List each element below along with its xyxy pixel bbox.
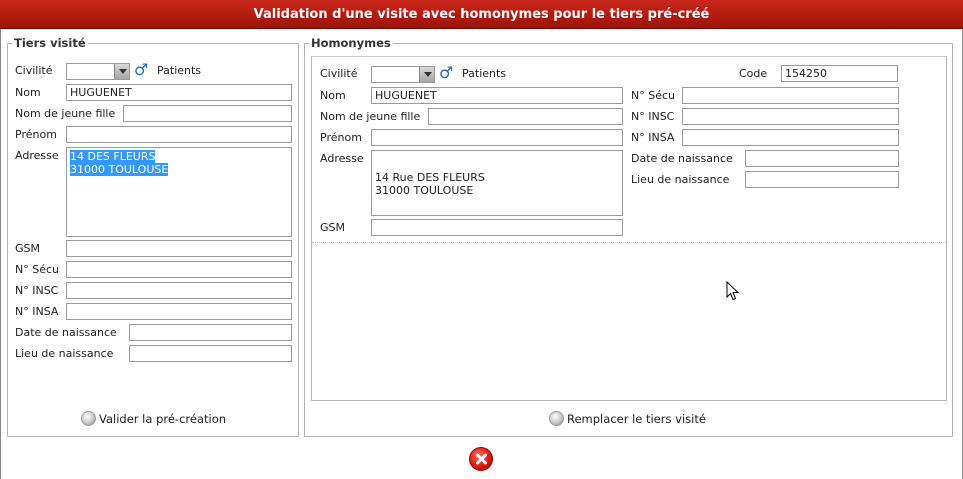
right-patients-label: Patients [462, 67, 507, 80]
left-jeune-fille-field[interactable] [123, 105, 292, 122]
right-gsm-label: GSM [320, 221, 345, 234]
right-adresse-line1: 14 Rue DES FLEURS [375, 171, 485, 184]
left-secu-field[interactable] [66, 261, 292, 278]
right-secu-label: N° Sécu [631, 89, 675, 102]
right-adresse-line2: 31000 TOULOUSE [375, 184, 474, 197]
right-insc-label: N° INSC [631, 110, 675, 123]
chevron-down-icon[interactable] [114, 64, 129, 79]
left-naissance-field[interactable] [129, 324, 292, 341]
left-jeune-fille-label: Nom de jeune fille [15, 107, 116, 120]
left-gsm-label: GSM [15, 242, 40, 255]
right-adresse-field[interactable]: 14 Rue DES FLEURS 31000 TOULOUSE [371, 150, 623, 216]
left-prenom-field[interactable] [66, 126, 292, 143]
validate-precreation-label: Valider la pré-création [99, 411, 227, 426]
left-secu-label: N° Sécu [15, 263, 59, 276]
tiers-visite-legend: Tiers visité [12, 36, 88, 50]
homonymes-legend: Homonymes [309, 36, 393, 50]
right-jeune-fille-label: Nom de jeune fille [320, 110, 421, 123]
radio-ball-icon [81, 411, 96, 426]
left-adresse-line2: 31000 TOULOUSE [70, 163, 169, 176]
left-insc-label: N° INSC [15, 284, 59, 297]
left-nom-label: Nom [15, 86, 41, 99]
left-adresse-line1: 14 DES FLEURS [70, 150, 156, 163]
right-civilite-label: Civilité [320, 67, 358, 80]
radio-ball-icon [549, 411, 564, 426]
right-lieu-label: Lieu de naissance [631, 173, 730, 186]
right-insc-field[interactable] [682, 108, 899, 125]
right-civilite-select[interactable] [371, 66, 435, 83]
left-lieu-field[interactable] [129, 345, 292, 362]
mouse-pointer-icon [726, 281, 739, 301]
close-icon[interactable] [469, 447, 493, 471]
right-lieu-field[interactable] [745, 171, 899, 188]
dialog-title: Validation d'une visite avec homonymes p… [0, 0, 963, 29]
replace-tiers-button[interactable]: Remplacer le tiers visité [549, 411, 706, 426]
male-gender-icon: ♂ [134, 60, 149, 79]
left-prenom-label: Prénom [15, 128, 57, 141]
right-adresse-label: Adresse [320, 152, 364, 165]
left-insa-label: N° INSA [15, 305, 59, 318]
left-nom-field[interactable]: HUGUENET [66, 84, 292, 101]
right-prenom-field[interactable] [371, 129, 623, 146]
right-naissance-label: Date de naissance [631, 152, 733, 165]
left-civilite-label: Civilité [15, 64, 53, 77]
homonyme-row-separator [312, 242, 946, 243]
right-nom-field[interactable]: HUGUENET [371, 87, 623, 104]
right-jeune-fille-field[interactable] [428, 108, 623, 125]
right-nom-label: Nom [320, 89, 346, 102]
right-insa-label: N° INSA [631, 131, 675, 144]
right-insa-field[interactable] [682, 129, 899, 146]
validate-precreation-button[interactable]: Valider la pré-création [81, 411, 226, 426]
left-naissance-label: Date de naissance [15, 326, 117, 339]
right-gsm-field[interactable] [371, 219, 623, 236]
left-civilite-select[interactable] [66, 63, 130, 80]
left-lieu-label: Lieu de naissance [15, 347, 114, 360]
left-insc-field[interactable] [66, 282, 292, 299]
right-code-label: Code [739, 67, 768, 80]
right-code-field[interactable]: 154250 [781, 65, 898, 82]
right-prenom-label: Prénom [320, 131, 362, 144]
left-patients-label: Patients [157, 64, 202, 77]
left-adresse-label: Adresse [15, 149, 59, 162]
replace-tiers-label: Remplacer le tiers visité [567, 411, 706, 426]
right-naissance-field[interactable] [745, 150, 899, 167]
left-adresse-field[interactable]: 14 DES FLEURS 31000 TOULOUSE [66, 147, 292, 237]
male-gender-icon: ♂ [439, 63, 454, 82]
left-insa-field[interactable] [66, 303, 292, 320]
left-gsm-field[interactable] [66, 240, 292, 257]
right-secu-field[interactable] [682, 87, 899, 104]
chevron-down-icon[interactable] [419, 67, 434, 82]
